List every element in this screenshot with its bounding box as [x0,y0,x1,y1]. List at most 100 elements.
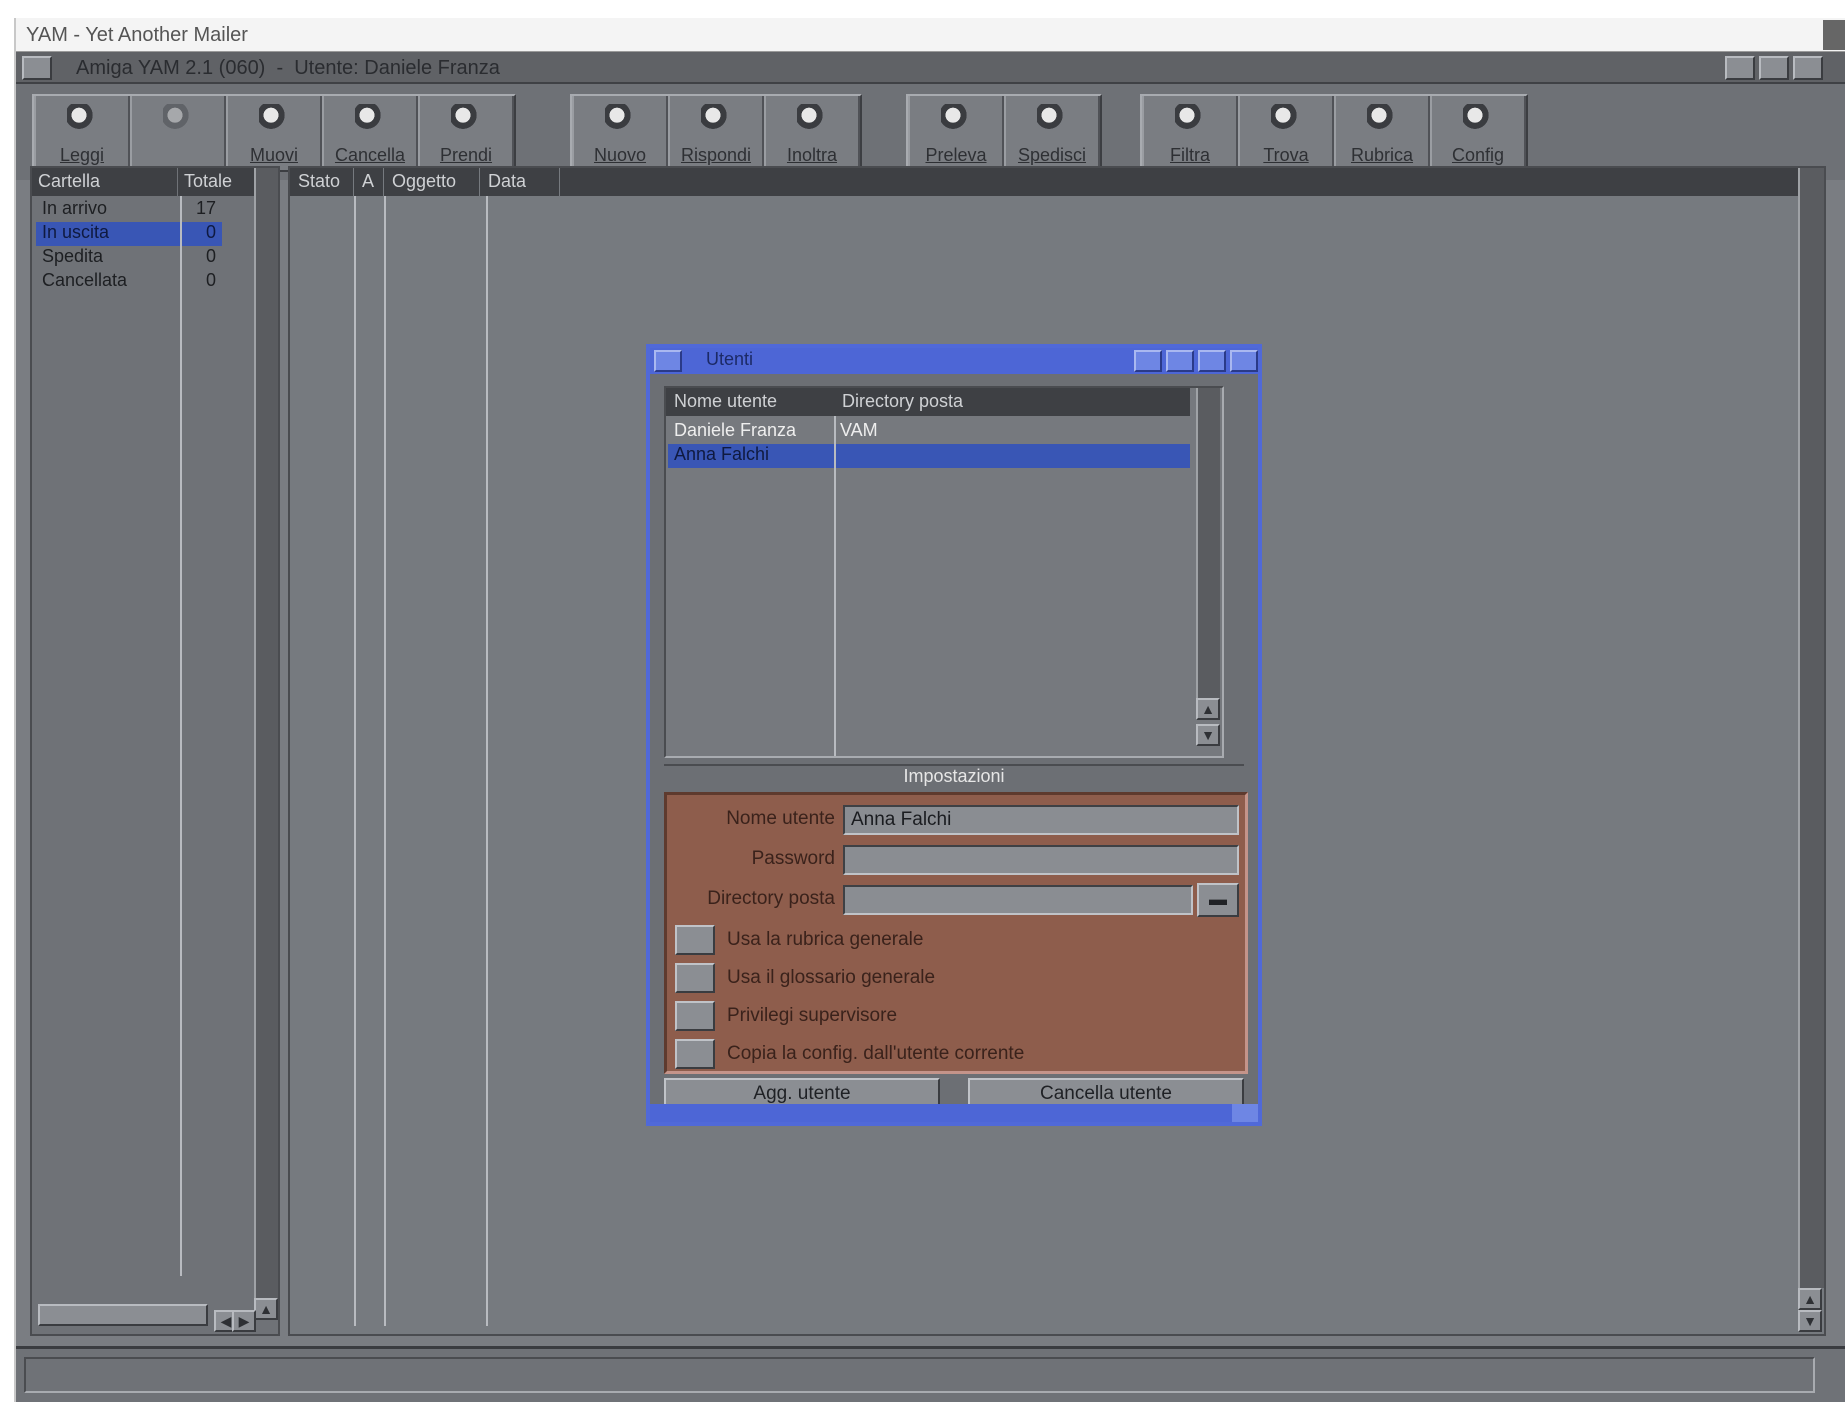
password-field[interactable] [843,845,1239,875]
checkbox-label: Usa il glossario generale [727,967,936,988]
depth-gadget-icon[interactable] [1198,350,1226,372]
get-button[interactable]: Prendi [418,96,514,170]
column-divider [354,196,356,1326]
option-global-addressbook[interactable]: Usa la rubrica generale [675,923,1235,957]
address-book-button[interactable]: Rubrica [1334,96,1430,170]
iconify-gadget-icon[interactable] [1725,56,1755,80]
password-row: Password [667,843,1245,877]
users-dialog-title: Utenti [706,349,754,369]
username-row: Nome utente Anna Falchi [667,803,1245,837]
new-button[interactable]: Nuovo [572,96,668,170]
search-icon [1271,104,1301,132]
filter-button[interactable]: Filtra [1142,96,1238,170]
resize-gadget-icon[interactable] [1232,1104,1258,1122]
scroll-up-icon[interactable]: ▲ [1798,1288,1822,1310]
username-field[interactable]: Anna Falchi [843,805,1239,835]
host-window-close-button[interactable] [1823,20,1845,50]
folder-row-sent[interactable]: Spedita 0 [36,246,222,270]
yam-application-window: YAM - Yet Another Mailer Amiga YAM 2.1 (… [14,18,1845,1402]
checkbox-label: Privilegi supervisore [727,1005,898,1026]
filter-icon [1175,104,1205,132]
maildir-field[interactable] [843,885,1193,915]
users-list-scrollbar[interactable] [1196,388,1220,698]
scroll-right-icon[interactable]: ▶ [232,1310,256,1332]
reply-button[interactable]: Rispondi [668,96,764,170]
folder-list-hscrollbar[interactable] [38,1304,208,1326]
column-header-date[interactable]: Data [480,168,560,196]
scroll-up-icon[interactable]: ▲ [1196,698,1220,720]
send-button[interactable]: Spedisci [1004,96,1100,170]
folder-row-outbox[interactable]: In uscita 0 [36,222,222,246]
folder-browse-icon[interactable]: ▬ [1197,883,1239,917]
folder-list-scrollbar[interactable] [254,168,278,1302]
users-list-header: Nome utente Directory posta [666,388,1190,416]
option-global-glossary[interactable]: Usa il glossario generale [675,961,1235,995]
settings-group-label: Impostazioni [664,764,1244,788]
maildir-label: Directory posta [707,888,835,909]
column-header-folder[interactable]: Cartella [32,168,178,196]
forward-button[interactable]: Inoltra [764,96,860,170]
column-header-subject[interactable]: Oggetto [384,168,480,196]
fetch-button[interactable]: Preleva [908,96,1004,170]
option-supervisor[interactable]: Privilegi supervisore [675,999,1235,1033]
settings-group: Nome utente Anna Falchi Password Directo… [664,792,1248,1074]
screen-titlebar[interactable]: Amiga YAM 2.1 (060) - Utente: Daniele Fr… [16,52,1845,84]
column-header-to[interactable]: A [354,168,384,196]
maildir-row: Directory posta ▬ [667,883,1245,917]
zoom-gadget-icon[interactable] [1166,350,1194,372]
toolbar-group-message: Leggi Muovi Cancella Prendi [32,94,516,172]
checkbox[interactable] [675,925,715,955]
edit-icon [163,104,193,132]
user-row-anna[interactable]: Anna Falchi [668,444,1190,468]
checkbox[interactable] [675,1039,715,1069]
move-button[interactable]: Muovi [226,96,322,170]
config-icon [1463,104,1493,132]
checkbox[interactable] [675,1001,715,1031]
message-list-scrollbar[interactable] [1798,168,1824,1288]
checkbox[interactable] [675,963,715,993]
scroll-down-icon[interactable]: ▼ [1196,724,1220,746]
edit-button[interactable] [130,96,226,170]
depth-gadget-icon[interactable] [1793,56,1823,80]
folder-list[interactable]: Cartella Totale In arrivo 17 In uscita 0 S… [30,166,280,1336]
delete-button[interactable]: Cancella [322,96,418,170]
screen-close-gadget-icon[interactable] [22,56,52,80]
users-dialog-titlebar[interactable]: Utenti [650,348,1258,374]
search-button[interactable]: Trova [1238,96,1334,170]
column-header-username[interactable]: Nome utente [666,388,834,416]
zoom-gadget-icon[interactable] [1759,56,1789,80]
folder-row-deleted[interactable]: Cancellata 0 [36,270,222,294]
password-label: Password [751,848,835,869]
forward-icon [797,104,827,132]
column-header-maildir[interactable]: Directory posta [834,388,971,416]
get-icon [451,104,481,132]
close-icon[interactable] [654,350,682,372]
column-header-total[interactable]: Totale [178,168,258,196]
scroll-down-icon[interactable]: ▼ [1798,1310,1822,1332]
scroll-up-icon[interactable]: ▲ [254,1298,278,1320]
message-list-header: Stato A Oggetto Data [290,168,1824,196]
address-book-icon [1367,104,1397,132]
config-button[interactable]: Config [1430,96,1526,170]
back-gadget-icon[interactable] [1230,350,1258,372]
users-list[interactable]: Nome utente Directory posta Daniele Fran… [664,386,1224,758]
column-divider [384,196,386,1326]
column-divider [834,416,836,756]
option-copy-config[interactable]: Copia la config. dall'utente corrente [675,1037,1235,1071]
host-window-title: YAM - Yet Another Mailer [26,24,248,46]
username-label: Nome utente [726,808,835,829]
read-button[interactable]: Leggi [34,96,130,170]
screen-title: Amiga YAM 2.1 (060) - Utente: Daniele Fr… [76,57,500,79]
host-window-titlebar[interactable]: YAM - Yet Another Mailer [16,18,1845,52]
folder-row-inbox[interactable]: In arrivo 17 [36,198,222,222]
checkbox-label: Usa la rubrica generale [727,929,924,950]
users-dialog-bottom-border [650,1104,1258,1122]
iconify-gadget-icon[interactable] [1134,350,1162,372]
column-header-status[interactable]: Stato [290,168,354,196]
folder-list-header: Cartella Totale [32,168,278,196]
user-row-daniele[interactable]: Daniele Franza VAM [668,420,1190,444]
toolbar-group-compose: Nuovo Rispondi Inoltra [570,94,862,172]
read-mail-icon [67,104,97,132]
toolbar-group-transfer: Preleva Spedisci [906,94,1102,172]
new-message-icon [605,104,635,132]
